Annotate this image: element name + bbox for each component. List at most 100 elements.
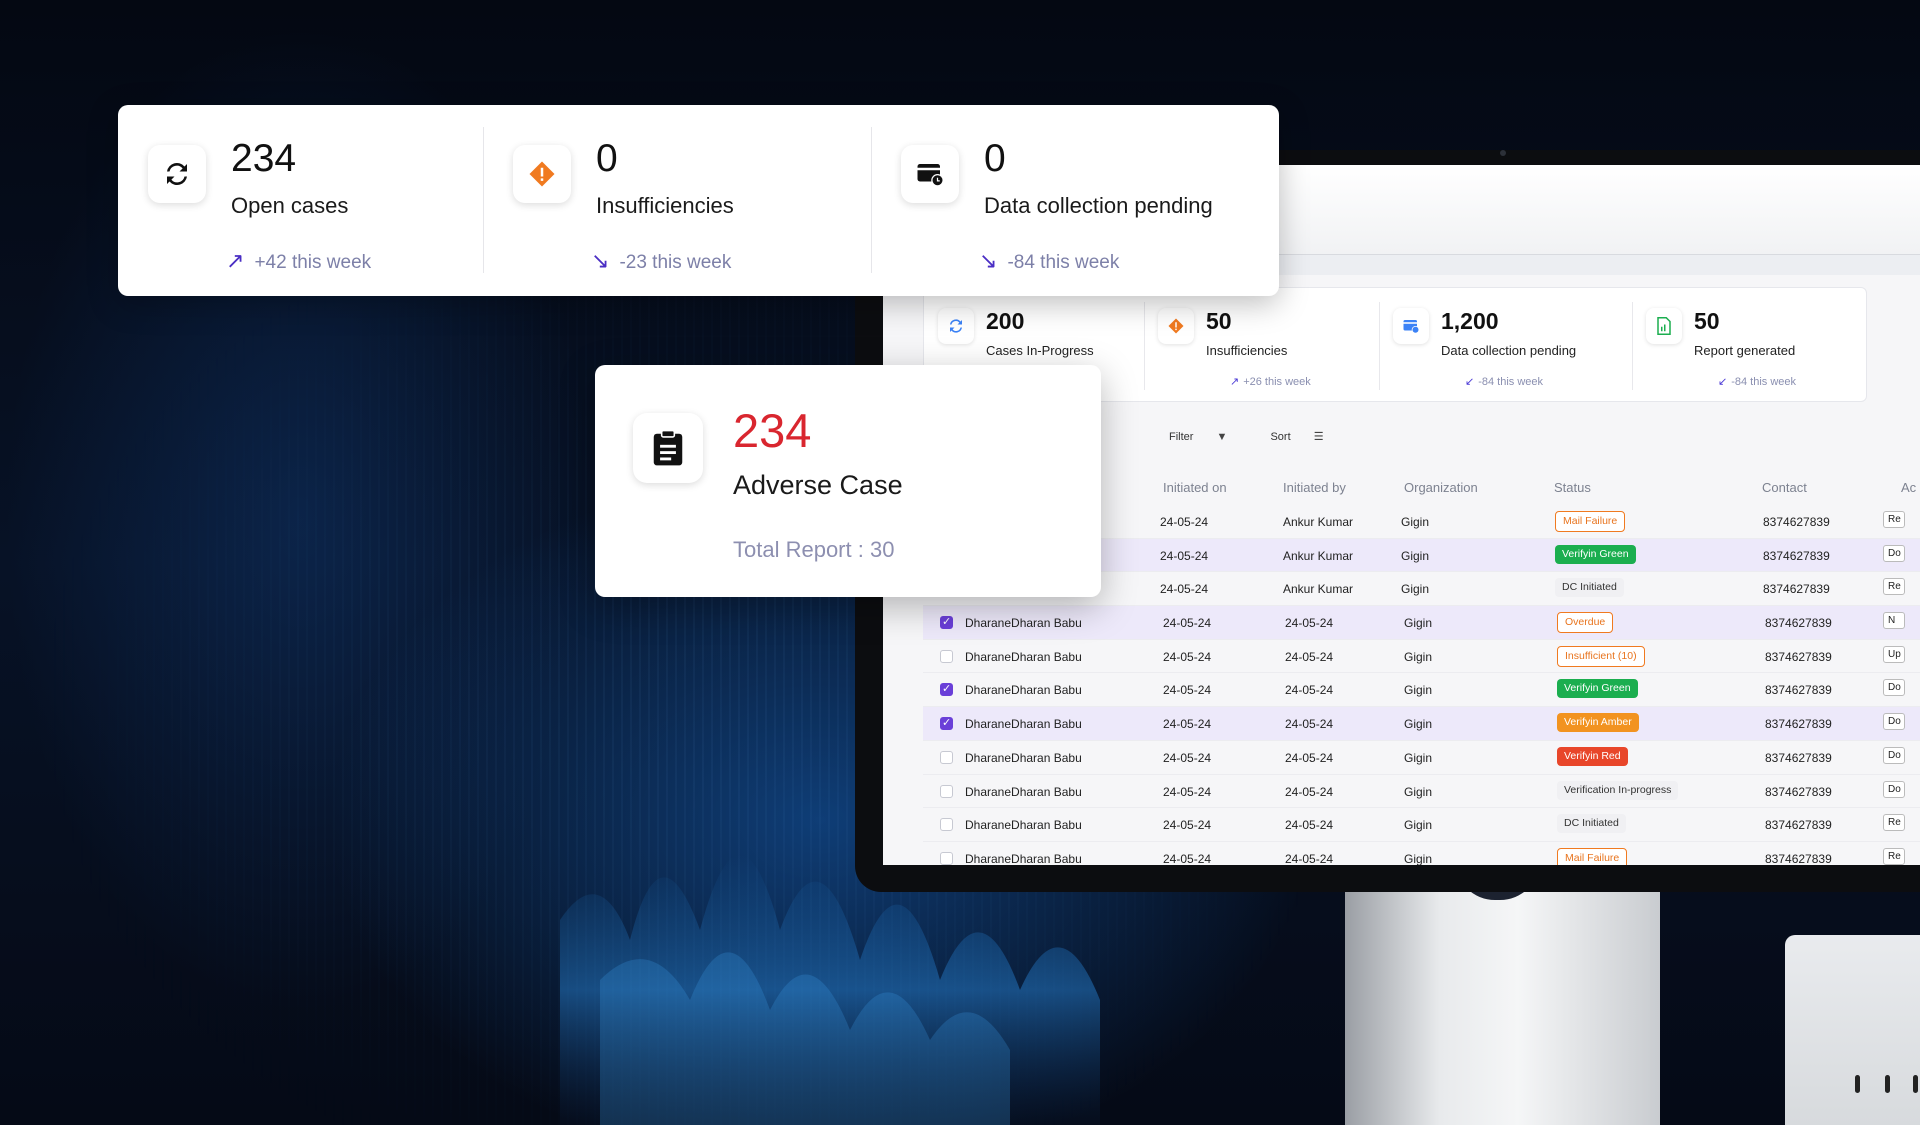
table-row[interactable]: DharaneDharan Babu 24-05-24 24-05-24 Gigin I… <box>923 640 1920 674</box>
row-action-button[interactable]: Re <box>1883 578 1905 596</box>
row-organization: Gigin <box>1404 818 1433 833</box>
row-initiated-by: 24-05-24 <box>1285 717 1334 732</box>
row-contact: 8374627839 <box>1765 649 1832 664</box>
row-name: DharaneDharan Babu <box>965 750 1082 765</box>
stat-trend: ↗ +26 this week <box>1230 376 1311 388</box>
screen-stat-report-generated: 50 Report generated ↙ -84 this week <box>1632 288 1868 401</box>
table-row[interactable]: DharaneDharan Babu 24-05-24 24-05-24 Gigin V… <box>923 707 1920 741</box>
row-checkbox[interactable] <box>940 750 953 764</box>
row-action-button[interactable]: Do <box>1883 780 1905 798</box>
status-badge: Verification In-progress <box>1557 780 1679 800</box>
camera-dot <box>1500 150 1506 156</box>
stat-data-collection-pending[interactable]: 0 Data collection pending ↘ -84 this week <box>871 105 1279 296</box>
row-initiated-by: 24-05-24 <box>1285 818 1334 833</box>
refresh-icon <box>148 145 206 203</box>
row-initiated-by: 24-05-24 <box>1285 649 1334 664</box>
stat-trend: ↙ -84 this week <box>1718 376 1797 388</box>
status-badge: Overdue <box>1557 612 1614 634</box>
row-action-button[interactable]: N <box>1883 612 1905 630</box>
trend-down-icon: ↘ <box>979 248 998 273</box>
stat-trend: ↘ -23 this week <box>591 248 732 273</box>
stat-label: Data collection pending <box>984 193 1213 218</box>
sort-button[interactable]: Sort ☰ <box>1270 431 1343 443</box>
row-initiated-on: 24-05-24 <box>1163 717 1212 732</box>
filter-button[interactable]: Filter ▼ <box>1169 431 1247 443</box>
filter-icon: ▼ <box>1216 431 1228 443</box>
row-action-button[interactable]: Do <box>1883 746 1905 764</box>
column-contact[interactable]: Contact <box>1762 480 1807 495</box>
row-organization: Gigin <box>1404 649 1433 664</box>
column-initiated-on[interactable]: Initiated on <box>1163 480 1227 495</box>
table-toolbar: Filter ▼ Sort ☰ <box>1169 430 1364 443</box>
row-action-button[interactable]: Do <box>1883 544 1905 562</box>
row-checkbox[interactable] <box>940 818 953 832</box>
row-name: DharaneDharan Babu <box>965 683 1082 698</box>
stat-value: 1,200 <box>1441 308 1499 334</box>
status-badge: Insufficient (10) <box>1557 645 1645 667</box>
column-organization[interactable]: Organization <box>1404 480 1478 495</box>
trend-down-icon: ↘ <box>591 248 610 273</box>
row-action-button[interactable]: Do <box>1883 679 1905 697</box>
row-name: DharaneDharan Babu <box>965 717 1082 732</box>
row-initiated-on: 24-05-24 <box>1163 649 1212 664</box>
row-name: DharaneDharan Babu <box>965 851 1082 865</box>
row-initiated-on: 24-05-24 <box>1163 750 1212 765</box>
row-contact: 8374627839 <box>1765 683 1832 698</box>
stat-open-cases[interactable]: 234 Open cases ↗ +42 this week <box>118 105 483 296</box>
table-row[interactable]: DharaneDharan Babu 24-05-24 24-05-24 Gigin D… <box>923 808 1920 842</box>
monitor-stand <box>1345 860 1660 1125</box>
row-action-button[interactable]: Up <box>1883 645 1905 663</box>
stat-label: Report generated <box>1694 343 1796 358</box>
row-initiated-by: Ankur Kumar <box>1283 515 1354 529</box>
row-initiated-by: 24-05-24 <box>1285 683 1334 698</box>
row-initiated-by: 24-05-24 <box>1285 616 1334 631</box>
status-badge: DC Initiated <box>1555 578 1624 598</box>
row-checkbox[interactable] <box>940 784 953 798</box>
trend-up-icon: ↗ <box>226 248 245 273</box>
row-organization: Gigin <box>1401 548 1430 563</box>
column-actions[interactable]: Ac <box>1901 480 1916 495</box>
row-contact: 8374627839 <box>1763 548 1830 563</box>
row-contact: 8374627839 <box>1763 515 1830 529</box>
column-initiated-by[interactable]: Initiated by <box>1283 480 1346 495</box>
row-checkbox[interactable] <box>940 615 953 630</box>
table-row[interactable]: DharaneDharan Babu 24-05-24 24-05-24 Gigin V… <box>923 775 1920 809</box>
row-organization: Gigin <box>1404 784 1433 799</box>
table-row[interactable]: DharaneDharan Babu 24-05-24 24-05-24 Gigin V… <box>923 673 1920 708</box>
row-initiated-on: 24-05-24 <box>1160 515 1209 529</box>
stat-insufficiencies[interactable]: 0 Insufficiencies ↘ -23 this week <box>483 105 872 296</box>
row-name: DharaneDharan Babu <box>965 784 1082 799</box>
row-action-button[interactable]: Re <box>1883 847 1905 865</box>
row-action-button[interactable]: Re <box>1883 511 1905 528</box>
clipboard-icon <box>633 413 703 483</box>
warning-diamond-icon <box>513 145 571 203</box>
row-initiated-on: 24-05-24 <box>1163 683 1212 698</box>
row-organization: Gigin <box>1404 616 1433 631</box>
stat-trend: ↗ +42 this week <box>226 248 372 273</box>
summary-stats-card: 234 Open cases ↗ +42 this week 0 Insuffic… <box>118 105 1279 296</box>
row-checkbox[interactable] <box>940 716 953 731</box>
row-checkbox[interactable] <box>940 682 953 697</box>
total-report: Total Report : 30 <box>733 537 895 562</box>
row-name: DharaneDharan Babu <box>965 649 1082 664</box>
stat-value: 234 <box>231 137 297 180</box>
row-initiated-by: 24-05-24 <box>1285 851 1334 865</box>
table-row[interactable]: DharaneDharan Babu 24-05-24 24-05-24 Gigin V… <box>923 741 1920 775</box>
adverse-case-count: 234 <box>733 404 812 457</box>
table-row[interactable]: DharaneDharan Babu 24-05-24 24-05-24 Gigin M… <box>923 842 1920 865</box>
stat-value: 0 <box>596 137 618 180</box>
table-row[interactable]: DharaneDharan Babu 24-05-24 24-05-24 Gigin O… <box>923 606 1920 640</box>
row-organization: Gigin <box>1404 717 1433 732</box>
screen-stat-insufficiencies: 50 Insufficiencies ↗ +26 this week <box>1144 288 1379 401</box>
row-initiated-on: 24-05-24 <box>1160 548 1209 563</box>
row-action-button[interactable]: Re <box>1883 814 1905 832</box>
column-status[interactable]: Status <box>1554 480 1591 495</box>
row-organization: Gigin <box>1401 582 1430 597</box>
row-checkbox[interactable] <box>940 851 953 865</box>
row-checkbox[interactable] <box>940 649 953 663</box>
row-action-button[interactable]: Do <box>1883 713 1905 731</box>
status-badge: Verifyin Amber <box>1557 713 1639 733</box>
row-initiated-on: 24-05-24 <box>1163 784 1212 799</box>
adverse-case-card[interactable]: 234 Adverse Case Total Report : 30 <box>595 365 1101 597</box>
row-contact: 8374627839 <box>1765 717 1832 732</box>
